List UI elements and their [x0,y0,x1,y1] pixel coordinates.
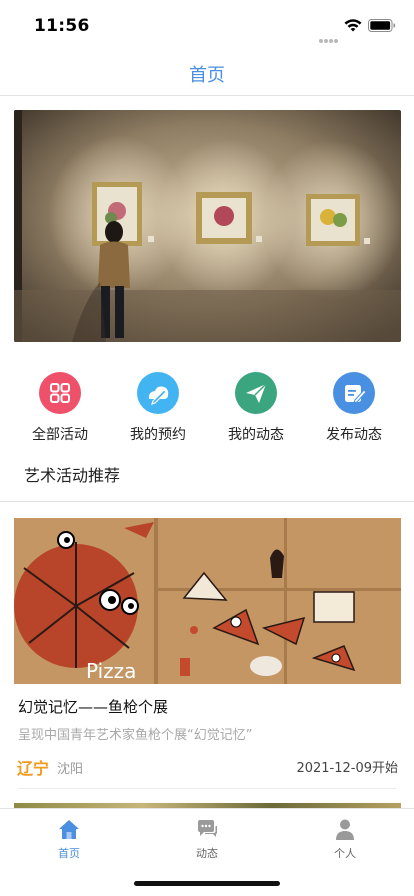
my-posts-button[interactable]: 我的动态 [207,372,305,444]
quick-action-label: 我的动态 [228,427,284,443]
publish-post-button[interactable]: 发布动态 [305,372,403,444]
activity-title: 幻觉记忆——鱼枪个展 [18,698,169,716]
section-title: 艺术活动推荐 [24,466,121,485]
tab-label: 首页 [58,847,80,860]
activity-city: 沈阳 [57,762,84,777]
chat-bubble-icon [194,816,220,842]
home-indicator[interactable] [134,881,280,886]
banner-image[interactable] [14,110,401,342]
status-bar: 11:56 [0,0,414,50]
tab-home[interactable]: 首页 [0,816,138,861]
person-icon [332,816,358,842]
activity-date: 2021-12-09开始 [296,761,398,776]
quick-action-label: 全部活动 [32,427,88,443]
activity-image: Pizza [14,518,401,684]
battery-icon [368,19,396,32]
home-icon [56,816,82,842]
tab-moments[interactable]: 动态 [138,816,276,861]
quick-action-label: 我的预约 [130,427,186,443]
grid-icon [39,372,81,414]
wifi-icon [344,19,362,32]
tab-label: 动态 [196,847,218,860]
status-time: 11:56 [34,16,90,36]
activity-card[interactable]: Pizza 幻觉记忆——鱼枪个展 呈现中国青年艺术家鱼枪个展“幻觉记忆” 辽宁 … [0,502,414,802]
all-activities-button[interactable]: 全部活动 [11,372,109,444]
cloud-pen-icon [137,372,179,414]
image-caption: Pizza [86,659,136,683]
paper-plane-icon [235,372,277,414]
page-title: 首页 [189,65,225,86]
activity-province: 辽宁 [17,759,50,778]
activity-description: 呈现中国青年艺术家鱼枪个展“幻觉记忆” [18,728,253,743]
gallery-photo [14,110,401,342]
my-reservations-button[interactable]: 我的预约 [109,372,207,444]
tab-label: 个人 [334,847,356,860]
edit-icon [333,372,375,414]
divider [18,788,396,789]
quick-actions: 全部活动 我的预约 我的动态 发布动态 [0,372,414,452]
tab-profile[interactable]: 个人 [276,816,414,861]
signal-icon [319,28,341,43]
quick-action-label: 发布动态 [326,427,382,443]
nav-bar: 首页 [0,50,414,96]
